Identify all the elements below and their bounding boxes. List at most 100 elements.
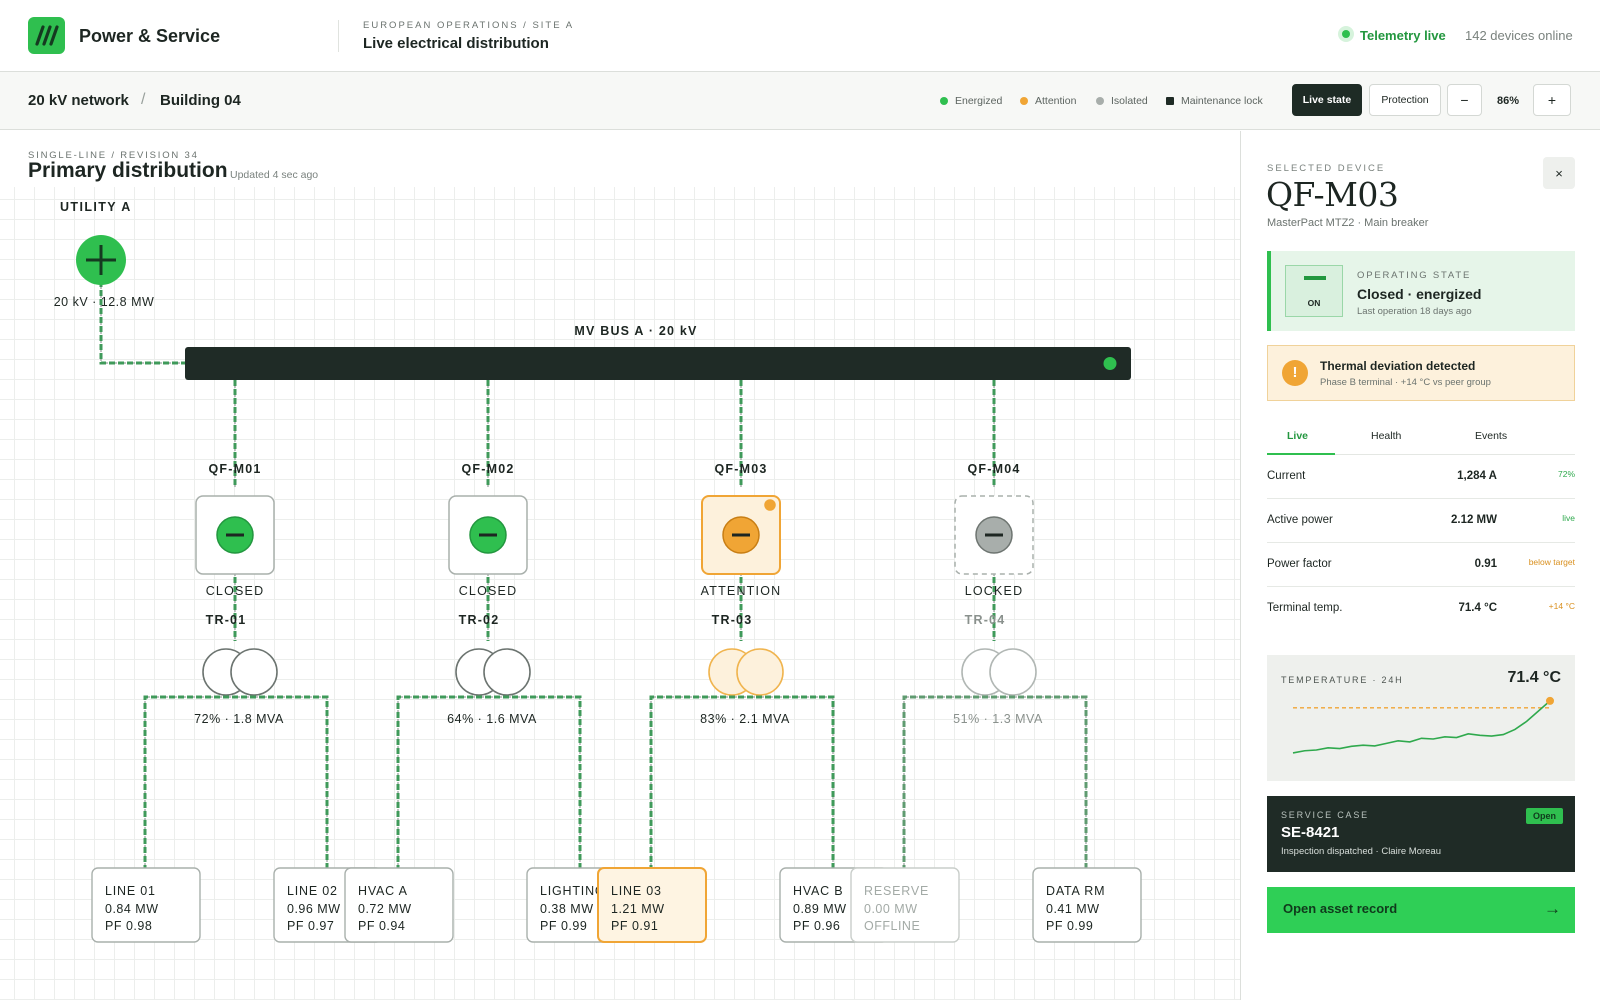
minus-icon [732,533,750,537]
load-pf: PF 0.98 [105,919,152,933]
load-pf: PF 0.97 [287,919,334,933]
metric-note: 72% [1557,469,1575,479]
load-power: 0.00 MW [864,902,918,916]
site-kicker: EUROPEAN OPERATIONS / SITE A [363,20,575,31]
transformer-loading: 51% · 1.3 MVA [953,712,1043,726]
trend-kicker: TEMPERATURE · 24H [1281,675,1404,685]
alert-detail: Phase B terminal · +14 °C vs peer group [1320,377,1491,388]
zoom-in-button[interactable]: + [1533,84,1571,116]
diagram-canvas[interactable]: SINGLE-LINE / REVISION 34 Primary distri… [0,131,1240,1000]
metric-note: below target [1528,557,1575,567]
device-detail-panel: SELECTED DEVICE QF-M03 MasterPact MTZ2 ·… [1240,131,1600,1000]
breaker-label: QF-M01 [208,462,261,476]
protection-button[interactable]: Protection [1369,84,1441,116]
breaker-on-label: ON [1307,298,1321,308]
minus-icon [985,533,1003,537]
transformer-label: TR-03 [712,613,753,627]
minus-icon [226,533,244,537]
current-temperature-point [1546,696,1554,705]
legend-label: Isolated [1111,95,1148,107]
source-info: 20 kV · 12.8 MW [54,295,155,309]
load-name: LIGHTING [540,884,605,898]
transformer-loading: 83% · 2.1 MVA [700,712,790,726]
case-id: SE-8421 [1281,824,1340,841]
bus-label: MV BUS A · 20 kV [574,324,697,338]
case-detail: Inspection dispatched · Claire Moreau [1281,846,1442,857]
case-kicker: SERVICE CASE [1281,810,1369,820]
brand-name: Power & Service [79,26,221,46]
breaker-label: QF-M03 [714,462,767,476]
asset-button-label: Open asset record [1283,901,1398,916]
tab-live[interactable]: Live [1287,430,1308,442]
live-state-button[interactable]: Live state [1292,84,1362,116]
isolated-dot-icon [1096,97,1104,105]
minus-icon [479,533,497,537]
load-power: 0.41 MW [1046,902,1100,916]
site-title: Live electrical distribution [363,35,549,52]
zoom-out-button[interactable]: − [1447,84,1482,116]
load-name: RESERVE [864,884,929,898]
temperature-trend-card: TEMPERATURE · 24H 71.4 °C [1267,655,1575,781]
breaker-label: QF-M04 [967,462,1020,476]
load-name: LINE 01 [105,884,156,898]
load-name: DATA RM [1046,884,1105,898]
metric-label: Active power [1267,514,1333,526]
brand-logo-icon[interactable] [28,17,65,54]
transformer-winding-icon[interactable] [230,648,278,696]
metric-value: 0.91 [1474,558,1497,570]
header-divider [338,20,339,52]
device-model: MasterPact MTZ2 · Main breaker [1267,217,1429,229]
legend-label: Attention [1035,95,1077,107]
load-power: 0.38 MW [540,902,594,916]
breaker-state-label: CLOSED [459,584,518,598]
breadcrumb-network[interactable]: 20 kV network [28,92,129,109]
tab-events[interactable]: Events [1475,430,1507,442]
alert-title: Thermal deviation detected [1320,359,1476,373]
lock-square-icon [1166,97,1174,105]
breaker-state-label: ATTENTION [701,584,782,598]
transformer-winding-icon[interactable] [483,648,531,696]
breaker-label: QF-M02 [461,462,514,476]
telemetry-status-icon [1338,26,1354,42]
source-feed-wire [99,281,186,365]
breaker-state-label: CLOSED [206,584,265,598]
transformer-loading: 72% · 1.8 MVA [194,712,284,726]
metric-note: live [1562,513,1575,523]
service-case-card[interactable]: SERVICE CASE SE-8421 Inspection dispatch… [1267,796,1575,872]
devices-online-count: 142 devices online [1465,28,1573,43]
transformer-winding-icon[interactable] [736,648,784,696]
temperature-line [1292,700,1551,754]
load-pf: PF 0.96 [793,919,840,933]
metric-label: Terminal temp. [1267,602,1343,614]
load-pf: PF 0.91 [611,919,658,933]
load-name: LINE 03 [611,884,662,898]
alert-dot-icon [762,497,778,513]
state-value: Closed · energized [1357,286,1482,302]
toolbar: 20 kV network / Building 04 Energized At… [0,72,1600,130]
metric-row: Current 1,284 A 72% [1267,455,1575,499]
close-panel-button[interactable]: × [1543,157,1575,189]
zoom-level: 86% [1497,95,1520,107]
thermal-alert[interactable]: ! Thermal deviation detected Phase B ter… [1267,345,1575,401]
top-bar: Power & Service EUROPEAN OPERATIONS / SI… [0,0,1600,72]
open-asset-record-button[interactable]: Open asset record → [1267,887,1575,933]
bus-energized-dot-icon [1103,357,1117,370]
transformer-label: TR-02 [459,613,500,627]
mv-bus-bar[interactable] [185,347,1131,380]
warning-icon: ! [1282,360,1308,386]
breadcrumb-building[interactable]: Building 04 [160,92,241,109]
breaker-bar [1304,276,1326,280]
telemetry-status: Telemetry live [1360,28,1446,43]
breadcrumb-separator: / [141,91,146,108]
transformer-winding-icon[interactable] [989,648,1037,696]
load-name: LINE 02 [287,884,338,898]
metric-row: Active power 2.12 MW live [1267,499,1575,543]
state-kicker: OPERATING STATE [1357,270,1472,281]
load-pf: OFFLINE [864,919,920,933]
source-name: UTILITY A [60,200,132,214]
metric-row: Terminal temp. 71.4 °C +14 °C [1267,587,1575,631]
transformer-label: TR-04 [965,613,1006,627]
energized-dot-icon [940,97,948,105]
load-power: 1.21 MW [611,902,665,916]
tab-health[interactable]: Health [1371,430,1401,442]
